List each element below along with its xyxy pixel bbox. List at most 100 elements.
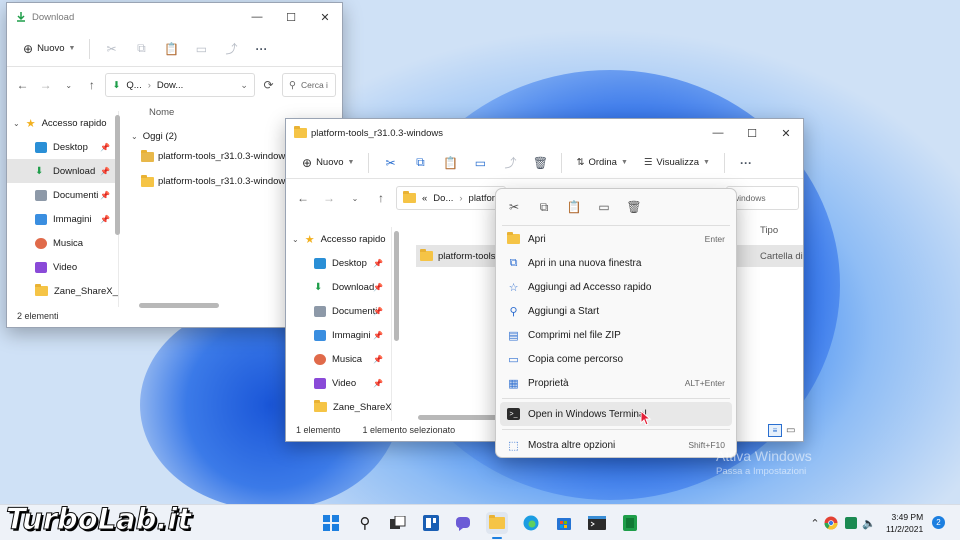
clock[interactable]: 3:49 PM 11/2/2021: [886, 511, 923, 535]
speaker-icon[interactable]: 🔈: [858, 512, 880, 534]
recent-chevron-icon[interactable]: ⌄: [344, 187, 366, 209]
address-bar[interactable]: « Do... › platfor...: [396, 186, 506, 210]
nav-scrollbar[interactable]: [115, 115, 120, 235]
rename-icon[interactable]: ▭: [188, 36, 214, 62]
sidebar-item-video[interactable]: Video 📌: [286, 371, 391, 395]
breadcrumb-overflow[interactable]: «: [422, 193, 427, 204]
sidebar-item-video[interactable]: Video: [7, 255, 118, 279]
search-icon[interactable]: ⚲: [354, 512, 376, 534]
new-button[interactable]: ⊕ Nuovo ▼: [296, 150, 360, 176]
sidebar-item-documents[interactable]: Documenti 📌: [7, 183, 118, 207]
menu-item-open-terminal[interactable]: >_ Open in Windows Terminal: [500, 402, 732, 426]
menu-item-add-quick-access[interactable]: ☆ Aggiungi ad Accesso rapido: [496, 275, 736, 299]
share-icon[interactable]: ⤴: [497, 150, 523, 176]
sidebar-header-label: Accesso rapido: [320, 233, 386, 245]
sidebar-item-pictures[interactable]: Immagini 📌: [286, 323, 391, 347]
app-green-icon[interactable]: [619, 512, 641, 534]
up-arrow-icon[interactable]: ↑: [82, 74, 101, 96]
edge-icon[interactable]: [520, 512, 542, 534]
maximize-button[interactable]: ☐: [274, 3, 308, 31]
minimize-button[interactable]: —: [240, 3, 274, 31]
delete-icon[interactable]: 🗑: [527, 150, 553, 176]
cut-icon[interactable]: ✂: [377, 150, 403, 176]
column-header-name[interactable]: Nome: [149, 107, 174, 118]
group-header[interactable]: ⌄ Oggi (2): [131, 131, 177, 142]
file-row[interactable]: platform-tools_r31.0.3-windows: [141, 149, 290, 162]
copy-icon[interactable]: ⧉: [407, 150, 433, 176]
search-box[interactable]: ⚲ Cerca i: [282, 73, 336, 97]
sidebar-item-download[interactable]: ⬇ Download 📌: [286, 275, 391, 299]
task-view-icon[interactable]: [387, 512, 409, 534]
chrome-icon[interactable]: [820, 512, 842, 534]
paste-icon[interactable]: 📋: [561, 194, 587, 220]
menu-item-open[interactable]: Apri Enter: [496, 227, 736, 251]
folder-icon: [489, 515, 505, 529]
content-scrollbar[interactable]: [139, 303, 219, 308]
maximize-button[interactable]: ☐: [735, 119, 769, 147]
delete-icon[interactable]: 🗑: [621, 194, 647, 220]
menu-item-more-options[interactable]: ⬚ Mostra altre opzioni Shift+F10: [496, 433, 736, 457]
share-icon[interactable]: ⤴: [218, 36, 244, 62]
sidebar-header-quick-access[interactable]: ⌄ ★ Accesso rapido: [7, 111, 118, 135]
cut-icon[interactable]: ✂: [501, 194, 527, 220]
view-button[interactable]: ☰ Visualizza ▼: [638, 150, 716, 176]
breadcrumb-1[interactable]: Do...: [433, 193, 453, 204]
breadcrumb-1[interactable]: Q...: [126, 80, 141, 91]
recent-chevron-icon[interactable]: ⌄: [59, 74, 78, 96]
widgets-icon[interactable]: [420, 512, 442, 534]
breadcrumb-2[interactable]: Dow...: [157, 80, 183, 91]
sidebar-item-desktop[interactable]: Desktop 📌: [286, 251, 391, 275]
column-header-type[interactable]: Tipo: [760, 225, 778, 236]
menu-item-pin-start[interactable]: ⚲ Aggiungi a Start: [496, 299, 736, 323]
more-icon[interactable]: ···: [733, 150, 759, 176]
sidebar-item-sharex[interactable]: Zane_ShareX_Sc: [286, 395, 391, 419]
sidebar-item-documents[interactable]: Documenti 📌: [286, 299, 391, 323]
sidebar-item-sharex[interactable]: Zane_ShareX_Sc: [7, 279, 118, 303]
new-button[interactable]: ⊕ Nuovo ▼: [17, 36, 81, 62]
paste-icon[interactable]: 📋: [158, 36, 184, 62]
close-button[interactable]: ✕: [769, 119, 803, 147]
nav-scrollbar[interactable]: [394, 231, 399, 341]
separator: [368, 152, 370, 173]
forward-arrow-icon[interactable]: →: [36, 74, 55, 96]
refresh-icon[interactable]: ⟳: [259, 74, 278, 96]
details-view-icon[interactable]: ≡: [768, 423, 782, 437]
sidebar-item-music[interactable]: Musica: [7, 231, 118, 255]
sidebar-item-pictures[interactable]: Immagini 📌: [7, 207, 118, 231]
chat-icon[interactable]: [452, 512, 474, 534]
address-bar[interactable]: ⬇ Q... › Dow... ⌄: [105, 73, 255, 97]
menu-item-properties[interactable]: ▦ Proprietà ALT+Enter: [496, 371, 736, 395]
menu-item-copy-path[interactable]: ▭ Copia come percorso: [496, 347, 736, 371]
paste-icon[interactable]: 📋: [437, 150, 463, 176]
forward-arrow-icon[interactable]: →: [318, 187, 340, 209]
copy-icon[interactable]: ⧉: [531, 194, 557, 220]
cut-icon[interactable]: ✂: [98, 36, 124, 62]
context-menu: ✂ ⧉ 📋 ▭ 🗑 Apri Enter ⧉ Apri in una nuova f…: [495, 188, 737, 458]
title-bar[interactable]: platform-tools_r31.0.3-windows — ☐ ✕: [286, 119, 803, 147]
chevron-down-icon[interactable]: ⌄: [240, 80, 248, 91]
sort-button[interactable]: ⇅ Ordina ▼: [570, 150, 633, 176]
menu-item-compress-zip[interactable]: ▤ Comprimi nel file ZIP: [496, 323, 736, 347]
back-arrow-icon[interactable]: ←: [13, 74, 32, 96]
copy-icon[interactable]: ⧉: [128, 36, 154, 62]
tiles-view-icon[interactable]: ▭: [786, 425, 795, 436]
rename-icon[interactable]: ▭: [591, 194, 617, 220]
sidebar-item-music[interactable]: Musica 📌: [286, 347, 391, 371]
file-row[interactable]: platform-tools_r31.0.3-windows: [141, 174, 290, 187]
notification-badge[interactable]: 2: [932, 516, 945, 529]
up-arrow-icon[interactable]: ↑: [370, 187, 392, 209]
store-icon[interactable]: [553, 512, 575, 534]
start-button[interactable]: [320, 512, 342, 534]
back-arrow-icon[interactable]: ←: [292, 187, 314, 209]
sidebar-header-quick-access[interactable]: ⌄ ★ Accesso rapido: [286, 227, 391, 251]
menu-item-open-new-window[interactable]: ⧉ Apri in una nuova finestra: [496, 251, 736, 275]
minimize-button[interactable]: —: [701, 119, 735, 147]
sidebar-item-download[interactable]: ⬇ Download 📌: [7, 159, 118, 183]
sidebar-item-desktop[interactable]: Desktop 📌: [7, 135, 118, 159]
more-icon[interactable]: ···: [248, 36, 274, 62]
close-button[interactable]: ✕: [308, 3, 342, 31]
rename-icon[interactable]: ▭: [467, 150, 493, 176]
file-explorer-icon[interactable]: [486, 512, 508, 534]
terminal-app-icon[interactable]: [586, 512, 608, 534]
title-bar[interactable]: Download — ☐ ✕: [7, 3, 342, 31]
